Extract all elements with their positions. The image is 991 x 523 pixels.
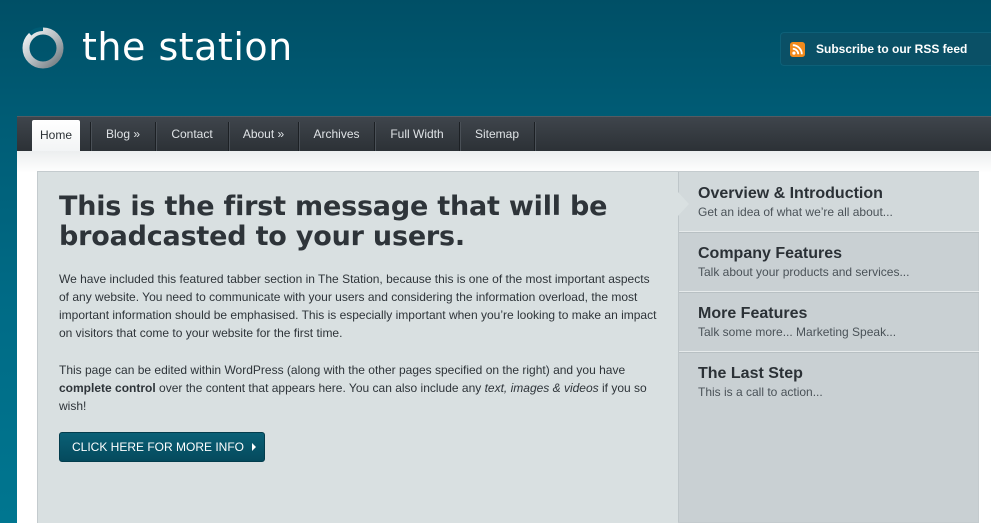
active-tab-pointer [678,192,689,216]
tab-title: Overview & Introduction [698,185,883,202]
nav-full-width[interactable]: Full Width [375,117,459,151]
featured-tabber: This is the first message that will be b… [37,171,979,523]
rss-icon [790,41,805,57]
paragraph-bold-text: complete control [59,381,156,395]
nav-home[interactable]: Home [32,120,80,152]
tab-title: Company Features [698,245,843,262]
content-top-fade [17,151,991,173]
arrow-right-icon [252,443,257,451]
rss-subscribe-button[interactable]: Subscribe to our RSS feed [780,32,991,66]
feature-tabs: Overview & Introduction Get an idea of w… [678,172,979,522]
paragraph-text: This page can be edited within WordPress… [59,363,626,377]
nav-contact[interactable]: Contact [156,117,228,151]
tab-overview[interactable]: Overview & Introduction Get an idea of w… [679,172,979,232]
more-info-button[interactable]: CLICK HERE FOR MORE INFO [59,432,265,462]
content-area: This is the first message that will be b… [17,151,991,523]
paragraph-italic-text: text, images & videos [484,381,599,395]
more-info-label: CLICK HERE FOR MORE INFO [72,440,245,454]
tab-title: More Features [698,305,808,322]
nav-about[interactable]: About » [229,117,298,151]
nav-separator [534,122,535,151]
rss-label: Subscribe to our RSS feed [816,42,968,56]
paragraph-text: over the content that appears here. You … [155,381,485,395]
tab-subtitle: Talk some more... Marketing Speak... [698,325,897,339]
nav-sitemap[interactable]: Sitemap [460,117,534,151]
tab-subtitle: Get an idea of what we’re all about... [698,205,893,219]
tab-more-features[interactable]: More Features Talk some more... Marketin… [679,292,979,352]
feature-headline: This is the first message that will be b… [59,191,608,252]
nav-blog[interactable]: Blog » [91,117,155,151]
feature-paragraph-1: We have included this featured tabber se… [59,272,657,340]
ring-logo-icon[interactable] [20,24,66,70]
tab-last-step[interactable]: The Last Step This is a call to action..… [679,352,979,412]
feature-panel: This is the first message that will be b… [38,172,678,523]
tab-title: The Last Step [698,365,803,382]
feature-paragraph-2: This page can be edited within WordPress… [59,361,659,415]
nav-archives[interactable]: Archives [299,117,374,151]
main-nav: Home Blog » Contact About » Archives Ful… [17,116,991,152]
tab-company-features[interactable]: Company Features Talk about your product… [679,232,979,292]
tab-subtitle: Talk about your products and services... [698,265,910,279]
tab-subtitle: This is a call to action... [698,385,823,399]
site-title[interactable]: the station [82,22,293,72]
